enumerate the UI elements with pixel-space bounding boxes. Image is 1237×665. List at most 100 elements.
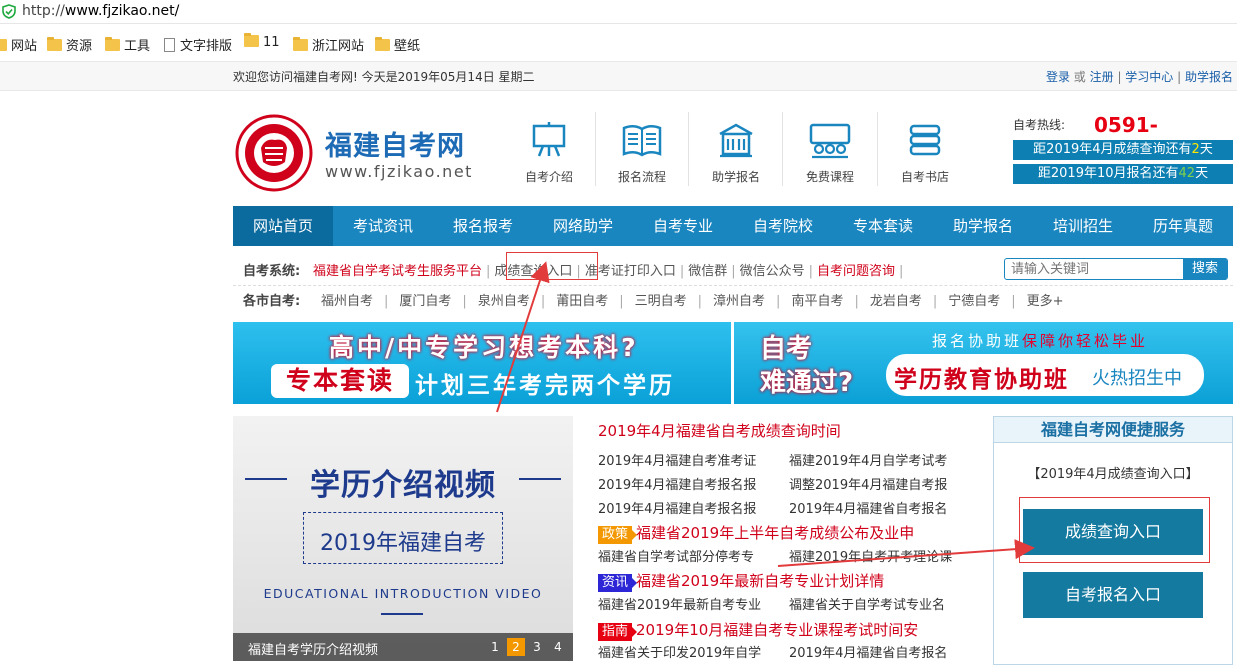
news-link[interactable]: 福建2019年4月自学考试考 [789,450,947,469]
city-link-fuzhou[interactable]: 福州自考 [321,294,373,309]
secure-shield-icon [2,4,16,19]
nav-item-assist-signup[interactable]: 助学报名 [933,206,1033,246]
city-link-nanping[interactable]: 南平自考 [791,294,843,309]
link-admission-print[interactable]: 准考证打印入口 [585,264,676,279]
header-link-process[interactable]: 报名流程 [596,112,688,192]
system-row-title: 自考系统: [243,264,301,279]
nav-item-registration[interactable]: 报名报考 [433,206,533,246]
url-text[interactable]: http://www.fjzikao.net/ [22,3,179,19]
slide-page-4[interactable]: 4 [549,638,567,656]
header-link-label: 报名流程 [617,170,666,184]
nav-item-colleges[interactable]: 自考院校 [733,206,833,246]
bookmark-item[interactable]: 网站 [0,35,37,54]
city-row-title: 各市自考: [243,294,301,309]
info-badge: 资讯 [598,574,638,592]
register-link[interactable]: 注册 [1090,70,1114,84]
divider [688,112,689,186]
news-link[interactable]: 福建2019年自考开考理论课 [789,546,952,565]
address-bar[interactable]: http://www.fjzikao.net/ [0,0,1237,24]
nav-item-home[interactable]: 网站首页 [233,206,333,246]
news-guide-headline[interactable]: 指南 2019年10月福建自考专业课程考试时间安 [598,619,918,641]
news-link[interactable]: 福建省自学考试部分停考专 [598,546,754,565]
hotline-label: 自考热线: [1013,118,1066,132]
nav-item-online-assist[interactable]: 网络助学 [533,206,633,246]
header-link-assist[interactable]: 助学报名 [690,112,782,192]
banner-line2: 计划三年考完两个学历 [415,373,675,399]
banner-main: 学历教育协助班 [894,367,1069,393]
link-consult[interactable]: 自考问题咨询 [817,264,895,279]
nav-item-past-papers[interactable]: 历年真题 [1133,206,1233,246]
banner-line1: 高中/中专学习想考本科? [329,333,639,362]
news-link[interactable]: 2019年4月福建省自考报名 [789,642,947,661]
header-link-courses[interactable]: 免费课程 [784,112,876,192]
banner-pill: 学历教育协助班 火热招生中 [886,354,1204,396]
link-service-platform[interactable]: 福建省自学考试考生服务平台 [313,264,482,279]
news-headline[interactable]: 2019年4月福建省自考成绩查询时间 [598,420,841,441]
city-link-putian[interactable]: 莆田自考 [556,294,608,309]
welcome-text: 欢迎您访问福建自考网! 今天是2019年05月14日 星期二 [233,70,535,84]
city-link-longyan[interactable]: 龙岩自考 [870,294,922,309]
news-link[interactable]: 2019年4月福建省自考报名 [789,498,947,517]
bookmark-item[interactable]: 工具 [105,35,150,54]
service-subtitle[interactable]: 【2019年4月成绩查询入口】 [994,463,1232,482]
slide-page-2[interactable]: 2 [507,638,525,656]
city-link-quanzhou[interactable]: 泉州自考 [478,294,530,309]
search-button[interactable]: 搜索 [1183,258,1227,280]
bookmark-item[interactable]: 11 [244,33,280,51]
news-link[interactable]: 福建省关于印发2019年自学 [598,642,761,661]
book-stack-icon [909,124,941,156]
nav-item-exam-news[interactable]: 考试资讯 [333,206,433,246]
news-link[interactable]: 福建省关于自学考试专业名 [789,594,945,613]
news-link[interactable]: 2019年4月福建自考准考证 [598,450,756,469]
video-caption-bar: 福建自考学历介绍视频 1 2 3 4 [233,633,573,661]
news-info-headline[interactable]: 资讯 福建省2019年最新自考专业计划详情 [598,570,884,592]
city-link-ningde[interactable]: 宁德自考 [948,294,1000,309]
news-link[interactable]: 2019年4月福建自考报名报 [598,474,756,493]
link-wechat-account[interactable]: 微信公众号 [740,264,805,279]
bookmark-item[interactable]: 浙江网站 [293,35,364,54]
city-link-sanming[interactable]: 三明自考 [635,294,687,309]
banner-assist-class[interactable]: 自考 难通过? 报名协助班保障你轻松毕业 学历教育协助班 火热招生中 [734,322,1233,404]
nav-item-training[interactable]: 培训招生 [1033,206,1133,246]
slide-page-3[interactable]: 3 [528,638,546,656]
header-link-label: 自考书店 [900,170,949,184]
site-url: www.fjzikao.net [325,162,473,181]
city-link-xiamen[interactable]: 厦门自考 [399,294,451,309]
user-links: 登录 或 注册 | 学习中心 | 助学报名 [1045,70,1233,84]
assist-signup-link[interactable]: 助学报名 [1185,70,1233,84]
banner-combined-study[interactable]: 高中/中专学习想考本科? 专本套读 计划三年考完两个学历 [233,322,731,404]
signup-entry-button[interactable]: 自考报名入口 [1023,572,1203,618]
header-link-bookstore[interactable]: 自考书店 [879,112,971,192]
login-link[interactable]: 登录 [1046,70,1070,84]
study-center-link[interactable]: 学习中心 [1125,70,1173,84]
folder-icon [0,39,7,51]
document-icon [164,38,175,52]
nav-item-combined-study[interactable]: 专本套读 [833,206,933,246]
header-link-label: 免费课程 [805,170,854,184]
policy-badge: 政策 [598,526,638,544]
countdown-signup: 距2019年10月报名还有42天 [1013,164,1233,184]
site-name: 福建自考网 [325,131,465,162]
link-wechat-group[interactable]: 微信群 [688,264,727,279]
video-slider[interactable]: 学历介绍视频 2019年福建自考 EDUCATIONAL INTRODUCTIO… [233,416,573,661]
city-link-zhangzhou[interactable]: 漳州自考 [713,294,765,309]
news-link[interactable]: 调整2019年4月福建自考报 [789,474,947,493]
bookmark-item[interactable]: 资源 [47,35,92,54]
city-links: 福州自考 | 厦门自考 | 泉州自考 | 莆田自考 | 三明自考 | 漳州自考 | 南平自考 | 龙岩自考 |… [321,294,1064,309]
slide-page-1[interactable]: 1 [486,638,504,656]
bookmark-item[interactable]: 壁纸 [375,35,420,54]
city-link-more[interactable]: 更多+ [1027,294,1064,309]
bookmark-item[interactable]: 文字排版 [164,35,232,54]
header-link-label: 助学报名 [711,170,760,184]
divider [519,478,561,480]
nav-item-majors[interactable]: 自考专业 [633,206,733,246]
folder-icon [244,33,259,47]
divider [877,112,878,186]
header-link-intro[interactable]: 自考介绍 [503,112,595,192]
news-link[interactable]: 福建省2019年最新自考专业 [598,594,761,613]
site-logo[interactable]: 福建自考网 www.fjzikao.net [233,114,473,194]
city-links-row: 各市自考: 福州自考 | 厦门自考 | 泉州自考 | 莆田自考 | 三明自考 | 漳州自考 | 南平自考… [233,288,1233,310]
news-link[interactable]: 2019年4月福建自考报名报 [598,498,756,517]
search-input[interactable] [1011,261,1181,277]
news-policy-headline[interactable]: 政策 福建省2019年上半年自考成绩公布及业申 [598,522,914,544]
